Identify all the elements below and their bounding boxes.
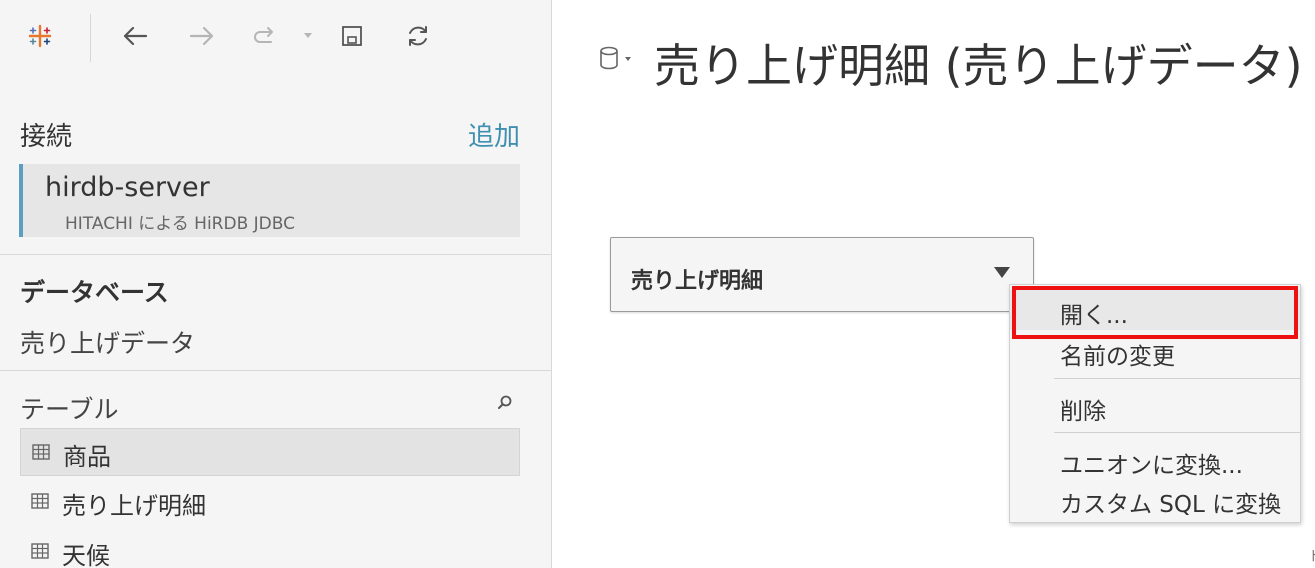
section-divider (0, 254, 551, 255)
back-arrow-icon[interactable] (117, 18, 153, 54)
connection-item[interactable]: hirdb-server HITACHI による HiRDB JDBC (19, 164, 520, 237)
connection-name: hirdb-server (45, 172, 210, 203)
database-selector[interactable]: 売り上げデータ (20, 324, 195, 360)
menu-item-convert-to-custom-sql[interactable]: カスタム SQL に変換 (1010, 479, 1300, 519)
menu-item-convert-to-union[interactable]: ユニオンに変換... (1010, 440, 1300, 480)
table-grid-icon (31, 492, 49, 510)
connections-label: 接続 (20, 122, 73, 152)
add-connection-link[interactable]: 追加 (468, 116, 520, 153)
tables-label: テーブル (20, 395, 119, 424)
table-item-0[interactable]: 商品 (20, 428, 520, 476)
connections-header: 接続 追加 (20, 116, 520, 152)
menu-separator (1054, 378, 1300, 379)
canvas-table-label: 売り上げ明細 (631, 269, 764, 294)
table-grid-icon (32, 443, 50, 461)
database-label: データベース (20, 278, 169, 307)
table-item-label: 売り上げ明細 (62, 492, 206, 520)
redo-icon[interactable] (248, 18, 284, 54)
table-grid-icon (31, 542, 49, 560)
menu-item-label: ユニオンに変換... (1060, 453, 1243, 479)
menu-item-label: 削除 (1060, 399, 1106, 425)
table-item-2[interactable]: 天候 (20, 528, 520, 568)
search-icon[interactable] (496, 394, 516, 414)
tableau-logo-icon[interactable] (22, 18, 58, 54)
menu-item-label: 名前の変更 (1060, 344, 1175, 370)
menu-item-delete[interactable]: 削除 (1010, 386, 1300, 426)
table-item-label: 天候 (62, 542, 110, 568)
menu-item-open[interactable]: 開く... (1010, 290, 1300, 330)
forward-arrow-icon[interactable] (184, 18, 220, 54)
menu-item-rename[interactable]: 名前の変更 (1010, 331, 1300, 371)
redo-dropdown-chevron-icon[interactable] (296, 18, 320, 54)
toolbar-separator (90, 14, 91, 62)
save-icon[interactable] (334, 18, 370, 54)
canvas-table-box[interactable]: 売り上げ明細 (610, 237, 1034, 312)
menu-separator (1054, 432, 1300, 433)
menu-item-label: カスタム SQL に変換 (1060, 492, 1282, 518)
context-menu: 開く... 名前の変更 削除 ユニオンに変換... カスタム SQL に変換 (1009, 284, 1301, 523)
dropdown-caret-icon[interactable] (993, 265, 1011, 279)
menu-item-label: 開く... (1060, 303, 1128, 329)
datasource-cylinder-icon[interactable] (598, 44, 634, 74)
refresh-icon[interactable] (400, 18, 436, 54)
table-item-1[interactable]: 売り上げ明細 (20, 478, 520, 526)
data-pane: 接続 追加 hirdb-server HITACHI による HiRDB JDB… (0, 0, 552, 568)
datasource-title[interactable]: 売り上げ明細 (売り上げデータ) (654, 30, 1303, 96)
section-divider (0, 370, 551, 371)
edge-fragment: ト (1308, 546, 1315, 566)
table-item-label: 商品 (63, 443, 111, 471)
connection-driver: HITACHI による HiRDB JDBC (65, 214, 295, 234)
